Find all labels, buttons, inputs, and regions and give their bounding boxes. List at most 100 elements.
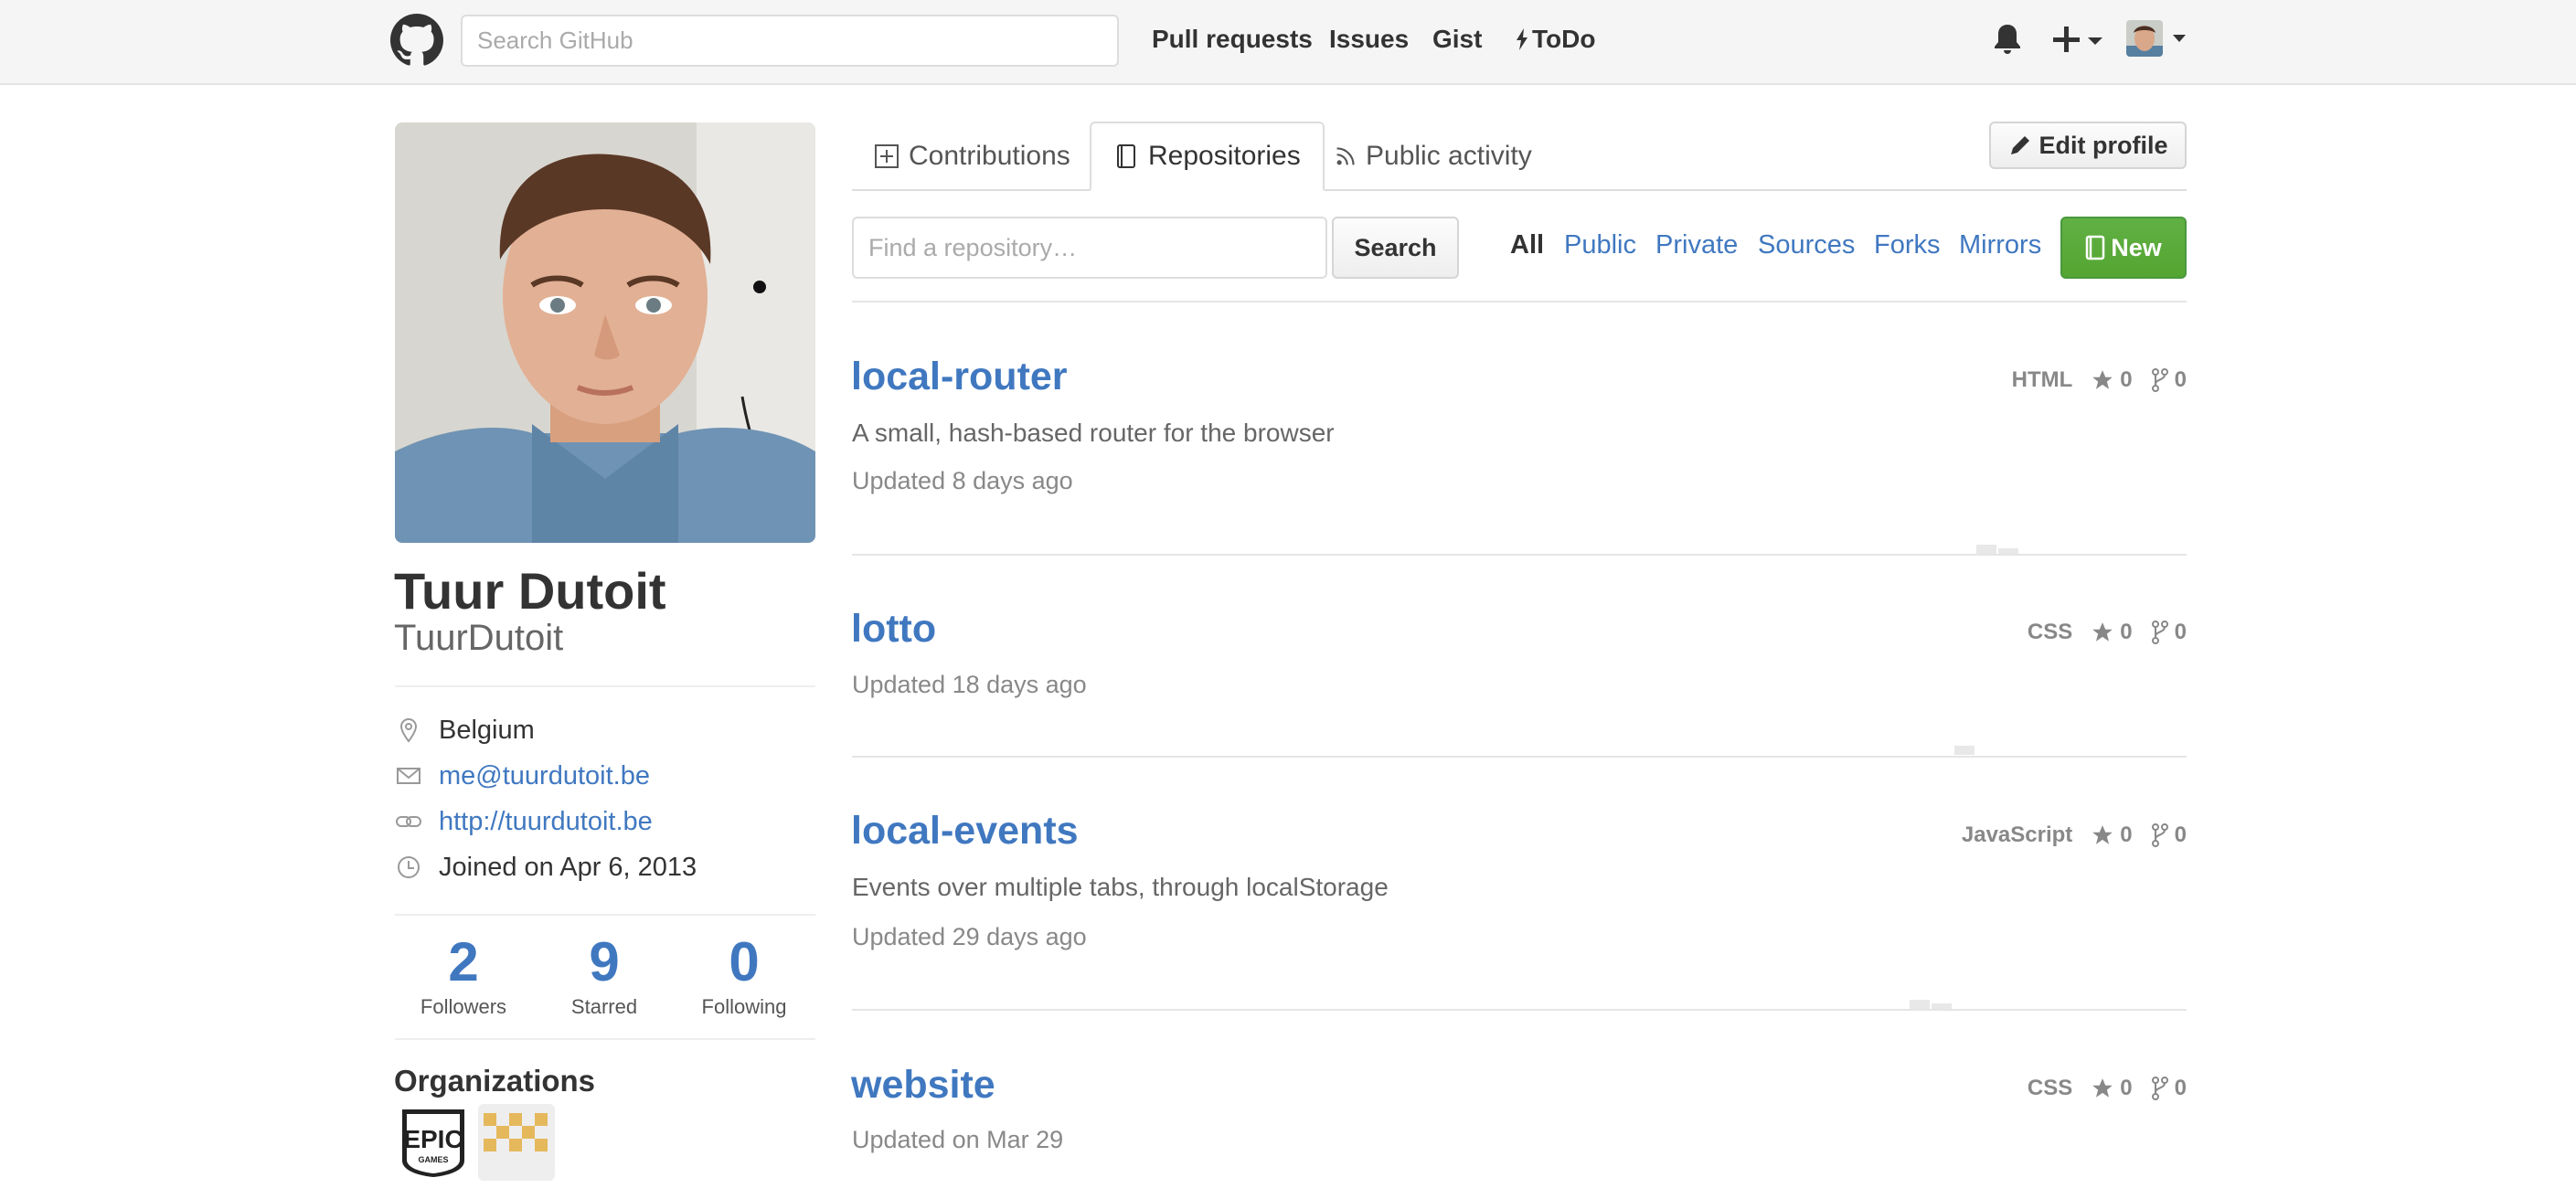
new-button-label: New	[2111, 233, 2162, 261]
svg-text:EPIC: EPIC	[403, 1125, 463, 1153]
star-icon	[2092, 370, 2113, 389]
create-new-plus-icon[interactable]	[2051, 24, 2110, 57]
rss-icon	[1336, 147, 1355, 165]
star-icon	[2092, 622, 2113, 642]
nav-todo-label: ToDo	[1532, 25, 1596, 53]
tab-contributions-label: Contributions	[909, 141, 1070, 171]
profile-email: me@tuurdutoit.be	[395, 758, 650, 794]
link-icon	[396, 816, 421, 827]
followers-stat[interactable]: 2 Followers	[399, 930, 527, 1020]
repo-updated: Updated 29 days ago	[852, 923, 1087, 950]
org-yellow-pattern-logo[interactable]	[478, 1104, 555, 1181]
repo-name-link[interactable]: local-router	[851, 354, 1068, 399]
star-icon	[2092, 825, 2113, 844]
new-repository-button[interactable]: New	[2060, 217, 2187, 279]
following-stat[interactable]: 0 Following	[680, 930, 808, 1020]
edit-profile-button[interactable]: Edit profile	[1989, 122, 2187, 169]
nav-issues[interactable]: Issues	[1329, 24, 1409, 55]
filter-private[interactable]: Private	[1655, 228, 1738, 261]
organizations-heading: Organizations	[394, 1064, 596, 1098]
repo-name-link[interactable]: local-events	[851, 808, 1079, 854]
filter-public[interactable]: Public	[1564, 228, 1636, 261]
joined-text: Joined on Apr 6, 2013	[439, 852, 697, 882]
profile-photo	[395, 122, 815, 543]
tab-public-activity[interactable]: Public activity	[1313, 122, 1554, 191]
repo-updated: Updated 18 days ago	[852, 671, 1087, 698]
repo-name-link[interactable]: lotto	[851, 606, 936, 652]
org-epic-games-logo[interactable]: EPIC GAMES	[395, 1104, 472, 1181]
mail-icon	[397, 768, 420, 784]
nav-todo[interactable]: ToDo	[1516, 24, 1595, 55]
website-link[interactable]: http://tuurdutoit.be	[439, 807, 653, 837]
site-header: Pull requests Issues Gist ToDo	[0, 0, 2576, 85]
lightning-icon	[1517, 28, 1528, 50]
activity-sparkline	[1910, 1000, 1930, 1009]
repo-name-link[interactable]: website	[851, 1062, 995, 1108]
repo-forks[interactable]: 0	[2151, 1076, 2187, 1101]
repo-forks[interactable]: 0	[2151, 822, 2187, 848]
tab-underline	[852, 189, 2187, 191]
repo-stars-count: 0	[2120, 1076, 2133, 1100]
github-logo-icon[interactable]	[390, 14, 443, 67]
nav-gist[interactable]: Gist	[1432, 24, 1482, 55]
fork-icon	[2151, 823, 2168, 847]
email-link[interactable]: me@tuurdutoit.be	[439, 761, 650, 791]
sidebar-divider	[395, 1038, 815, 1040]
search-button[interactable]: Search	[1332, 217, 1459, 279]
starred-label: Starred	[570, 995, 638, 1018]
repo-updated: Updated on Mar 29	[852, 1126, 1064, 1153]
repo-stars[interactable]: 0	[2091, 822, 2133, 848]
repo-forks-count: 0	[2174, 367, 2187, 392]
repo-stars[interactable]: 0	[2091, 367, 2133, 393]
repo-forks-count: 0	[2174, 1076, 2187, 1100]
repo-meta: JavaScript 0 0	[1962, 822, 2187, 848]
repo-stars-count: 0	[2120, 367, 2133, 392]
bell-icon[interactable]	[1993, 23, 2022, 56]
user-avatar-menu[interactable]	[2126, 20, 2163, 57]
filter-all[interactable]: All	[1510, 228, 1544, 261]
repo-description: A small, hash-based router for the brows…	[852, 419, 1335, 447]
repo-language: JavaScript	[1961, 822, 2073, 847]
search-input[interactable]	[461, 15, 1119, 67]
repo-forks[interactable]: 0	[2151, 620, 2187, 645]
activity-sparkline	[1954, 746, 1975, 755]
tab-repositories-label: Repositories	[1148, 141, 1301, 171]
repo-description: Events over multiple tabs, through local…	[852, 873, 1389, 901]
repo-divider	[852, 756, 2187, 758]
starred-stat[interactable]: 9 Starred	[540, 930, 668, 1020]
filter-divider	[852, 301, 2187, 302]
fork-icon	[2151, 1077, 2168, 1100]
repo-meta: CSS 0 0	[2028, 1076, 2187, 1101]
chevron-down-icon[interactable]	[2173, 35, 2186, 42]
repo-stars-count: 0	[2120, 620, 2133, 644]
filter-forks[interactable]: Forks	[1874, 228, 1941, 261]
sidebar-divider	[395, 685, 815, 687]
nav-pull-requests[interactable]: Pull requests	[1152, 24, 1313, 55]
filter-mirrors[interactable]: Mirrors	[1959, 228, 2041, 261]
followers-count: 2	[448, 931, 479, 992]
profile-website: http://tuurdutoit.be	[395, 803, 653, 840]
fork-icon	[2151, 368, 2168, 392]
profile-location: Belgium	[395, 712, 535, 748]
following-count: 0	[729, 931, 760, 992]
location-pin-icon	[399, 717, 418, 743]
repository-filter-input[interactable]	[852, 217, 1327, 279]
repo-meta: CSS 0 0	[2028, 620, 2187, 645]
edit-profile-label: Edit profile	[2038, 131, 2168, 159]
starred-count: 9	[589, 931, 620, 992]
repo-meta: HTML 0 0	[2012, 367, 2187, 393]
following-label: Following	[701, 995, 787, 1018]
svg-text:GAMES: GAMES	[418, 1155, 448, 1164]
repo-forks-count: 0	[2174, 822, 2187, 847]
repo-language: CSS	[2027, 620, 2073, 644]
repo-forks[interactable]: 0	[2151, 367, 2187, 393]
repo-book-icon	[1117, 144, 1135, 168]
tab-repositories[interactable]: Repositories	[1090, 122, 1325, 191]
sidebar-divider	[395, 914, 815, 916]
repo-stars[interactable]: 0	[2091, 1076, 2133, 1101]
filter-sources[interactable]: Sources	[1758, 228, 1855, 261]
repo-forks-count: 0	[2174, 620, 2187, 644]
fork-icon	[2151, 621, 2168, 644]
tab-contributions[interactable]: Contributions	[852, 122, 1092, 191]
repo-stars[interactable]: 0	[2091, 620, 2133, 645]
